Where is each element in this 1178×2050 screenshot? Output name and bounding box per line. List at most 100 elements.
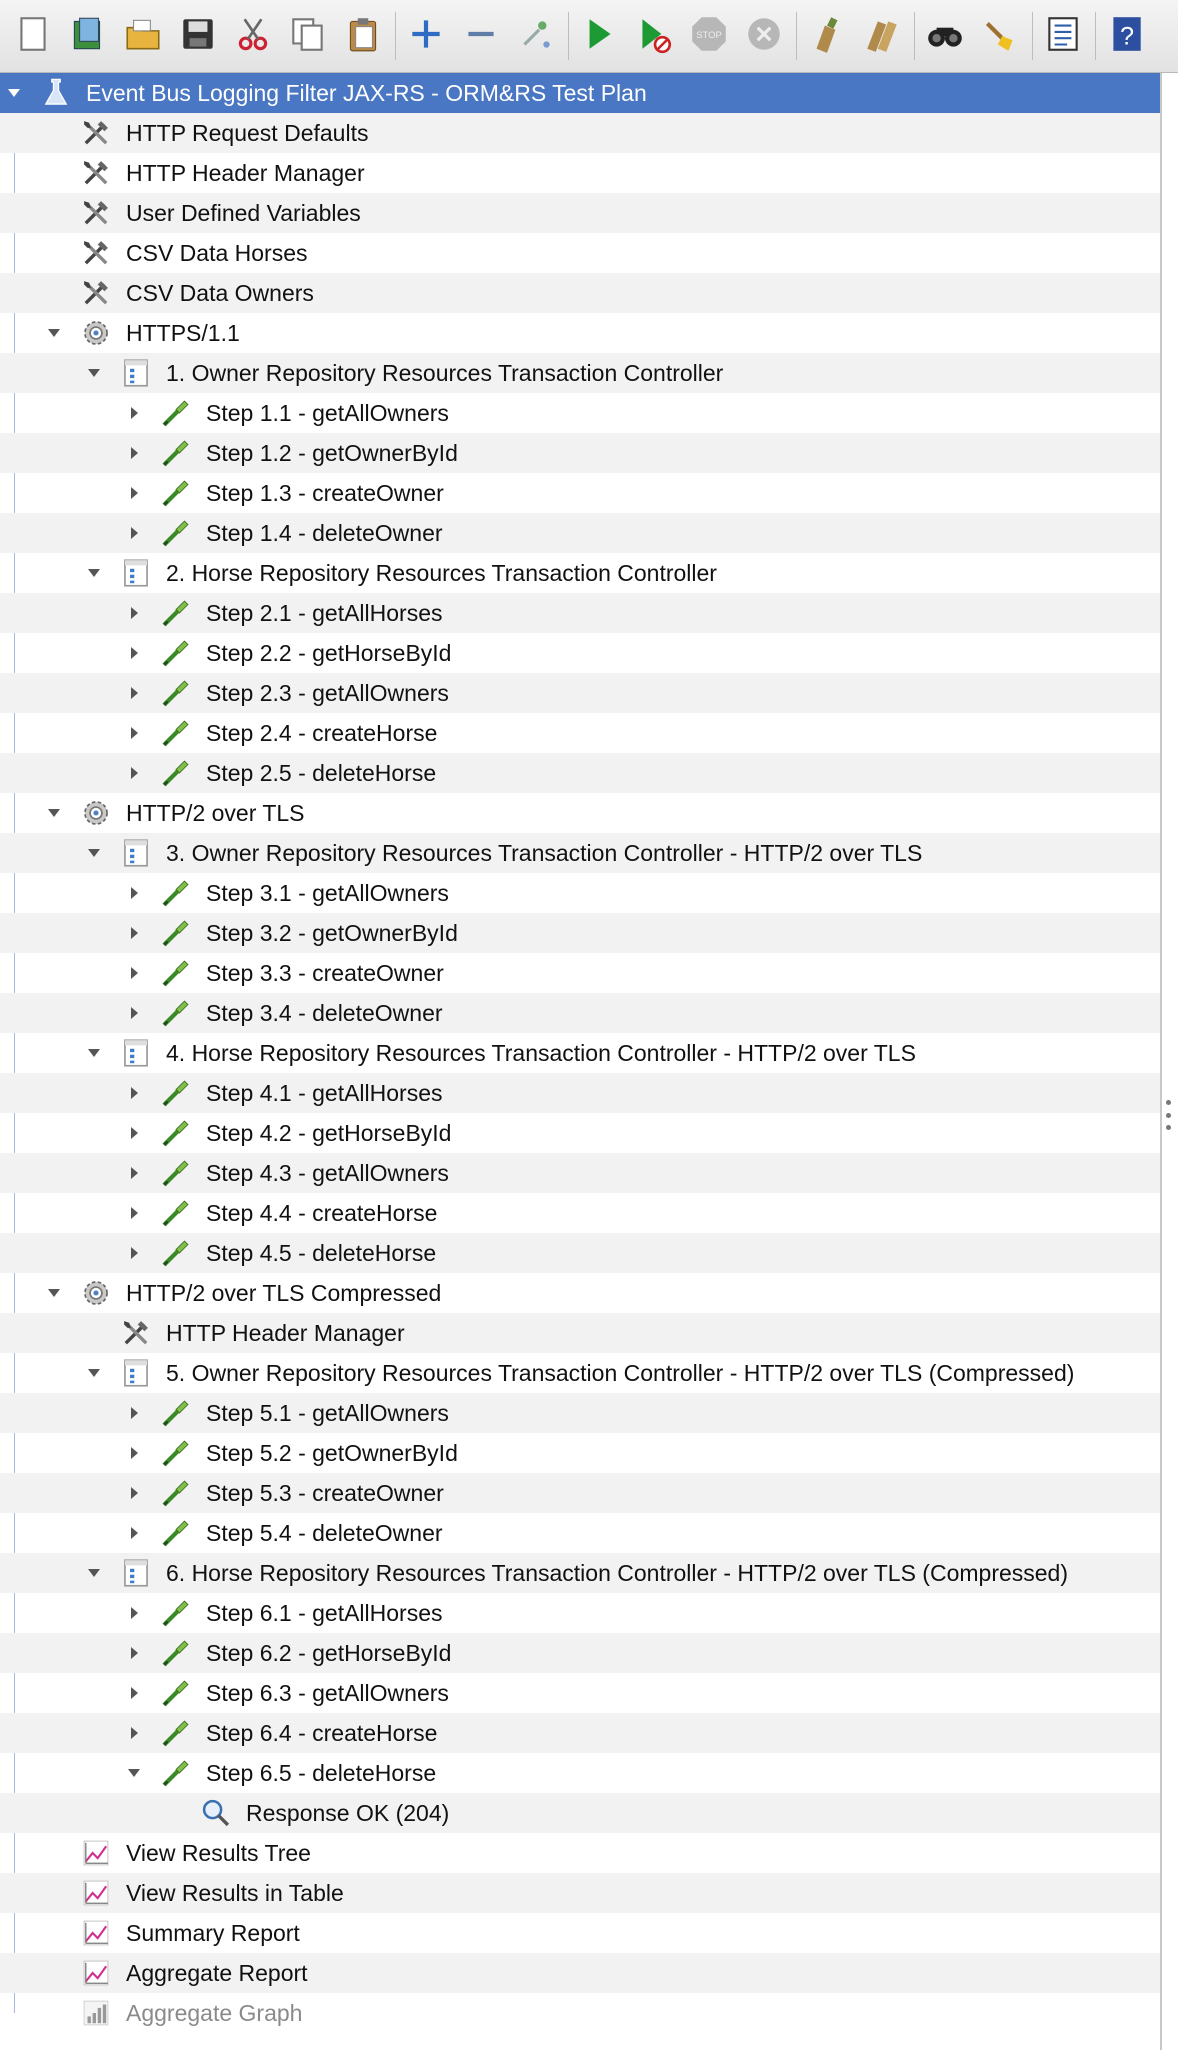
tree-row[interactable]: Step 6.5 - deleteHorse <box>0 1753 1160 1793</box>
tree-row[interactable]: View Results in Table <box>0 1873 1160 1913</box>
save-button[interactable] <box>173 10 223 62</box>
tree-row[interactable]: Aggregate Graph <box>0 1993 1160 2033</box>
tree-row[interactable]: Response OK (204) <box>0 1793 1160 1833</box>
tree-row[interactable]: 6. Horse Repository Resources Transactio… <box>0 1553 1160 1593</box>
collapse-toggle-icon[interactable] <box>114 593 154 633</box>
collapse-toggle-icon[interactable] <box>114 913 154 953</box>
tree-row[interactable]: Step 4.1 - getAllHorses <box>0 1073 1160 1113</box>
collapse-toggle-icon[interactable] <box>114 993 154 1033</box>
expand-toggle-icon[interactable] <box>114 1753 154 1793</box>
open-button[interactable] <box>118 10 168 62</box>
tree-row[interactable]: HTTP Request Defaults <box>0 113 1160 153</box>
tree-row[interactable]: 5. Owner Repository Resources Transactio… <box>0 1353 1160 1393</box>
tree-row[interactable]: Step 1.3 - createOwner <box>0 473 1160 513</box>
tree-row[interactable]: CSV Data Horses <box>0 233 1160 273</box>
stop-button[interactable]: STOP <box>684 10 734 62</box>
tree-row[interactable]: Step 2.1 - getAllHorses <box>0 593 1160 633</box>
expand-toggle-icon[interactable] <box>74 1553 114 1593</box>
tree-row[interactable]: Step 6.4 - createHorse <box>0 1713 1160 1753</box>
tree-row[interactable]: Step 2.5 - deleteHorse <box>0 753 1160 793</box>
tree-row[interactable]: HTTP/2 over TLS Compressed <box>0 1273 1160 1313</box>
function-helper-button[interactable] <box>1038 10 1088 62</box>
shutdown-button[interactable] <box>739 10 789 62</box>
collapse-toggle-icon[interactable] <box>114 1713 154 1753</box>
collapse-toggle-icon[interactable] <box>114 953 154 993</box>
tree-row[interactable]: 1. Owner Repository Resources Transactio… <box>0 353 1160 393</box>
collapse-toggle-icon[interactable] <box>114 1153 154 1193</box>
tree-row[interactable]: Step 5.2 - getOwnerById <box>0 1433 1160 1473</box>
tree-row[interactable]: 3. Owner Repository Resources Transactio… <box>0 833 1160 873</box>
collapse-toggle-icon[interactable] <box>114 1673 154 1713</box>
tree-row[interactable]: Step 4.4 - createHorse <box>0 1193 1160 1233</box>
collapse-toggle-icon[interactable] <box>114 713 154 753</box>
tree-row[interactable]: HTTP/2 over TLS <box>0 793 1160 833</box>
collapse-toggle-icon[interactable] <box>114 873 154 913</box>
expand-button[interactable] <box>401 10 451 62</box>
tree-row[interactable]: 2. Horse Repository Resources Transactio… <box>0 553 1160 593</box>
tree-row[interactable]: Step 6.1 - getAllHorses <box>0 1593 1160 1633</box>
templates-button[interactable] <box>63 10 113 62</box>
collapse-toggle-icon[interactable] <box>114 1593 154 1633</box>
collapse-toggle-icon[interactable] <box>114 1113 154 1153</box>
splitter-handle[interactable] <box>1164 1100 1172 1130</box>
expand-toggle-icon[interactable] <box>74 1353 114 1393</box>
clear-button[interactable] <box>802 10 852 62</box>
tree-row[interactable]: User Defined Variables <box>0 193 1160 233</box>
collapse-toggle-icon[interactable] <box>114 753 154 793</box>
expand-toggle-icon[interactable] <box>34 1273 74 1313</box>
tree-row[interactable]: Event Bus Logging Filter JAX-RS - ORM&RS… <box>0 73 1160 113</box>
tree-row[interactable]: Step 4.3 - getAllOwners <box>0 1153 1160 1193</box>
toggle-button[interactable] <box>511 10 561 62</box>
tree-row[interactable]: Step 1.1 - getAllOwners <box>0 393 1160 433</box>
tree-row[interactable]: Step 1.4 - deleteOwner <box>0 513 1160 553</box>
tree-row[interactable]: HTTPS/1.1 <box>0 313 1160 353</box>
tree-row[interactable]: HTTP Header Manager <box>0 1313 1160 1353</box>
expand-toggle-icon[interactable] <box>74 1033 114 1073</box>
collapse-toggle-icon[interactable] <box>114 513 154 553</box>
collapse-toggle-icon[interactable] <box>114 633 154 673</box>
tree-row[interactable]: Step 6.3 - getAllOwners <box>0 1673 1160 1713</box>
cut-button[interactable] <box>228 10 278 62</box>
tree-row[interactable]: Step 2.3 - getAllOwners <box>0 673 1160 713</box>
tree-row[interactable]: HTTP Header Manager <box>0 153 1160 193</box>
tree-row[interactable]: View Results Tree <box>0 1833 1160 1873</box>
tree-row[interactable]: Step 6.2 - getHorseById <box>0 1633 1160 1673</box>
clear-all-button[interactable] <box>857 10 907 62</box>
tree-row[interactable]: Aggregate Report <box>0 1953 1160 1993</box>
tree-row[interactable]: Summary Report <box>0 1913 1160 1953</box>
tree-row[interactable]: Step 5.4 - deleteOwner <box>0 1513 1160 1553</box>
paste-button[interactable] <box>338 10 388 62</box>
expand-toggle-icon[interactable] <box>0 73 34 113</box>
tree-row[interactable]: Step 3.3 - createOwner <box>0 953 1160 993</box>
tree-row[interactable]: Step 4.2 - getHorseById <box>0 1113 1160 1153</box>
tree-row[interactable]: Step 5.1 - getAllOwners <box>0 1393 1160 1433</box>
expand-toggle-icon[interactable] <box>34 313 74 353</box>
reset-search-button[interactable] <box>975 10 1025 62</box>
collapse-toggle-icon[interactable] <box>114 1433 154 1473</box>
tree-row[interactable]: Step 1.2 - getOwnerById <box>0 433 1160 473</box>
tree-row[interactable]: Step 4.5 - deleteHorse <box>0 1233 1160 1273</box>
collapse-toggle-icon[interactable] <box>114 1073 154 1113</box>
expand-toggle-icon[interactable] <box>74 833 114 873</box>
collapse-toggle-icon[interactable] <box>114 1393 154 1433</box>
help-button[interactable]: ? <box>1101 10 1151 62</box>
collapse-toggle-icon[interactable] <box>114 1513 154 1553</box>
tree-row[interactable]: Step 2.2 - getHorseById <box>0 633 1160 673</box>
collapse-toggle-icon[interactable] <box>114 673 154 713</box>
collapse-toggle-icon[interactable] <box>114 1233 154 1273</box>
tree-row[interactable]: Step 5.3 - createOwner <box>0 1473 1160 1513</box>
new-button[interactable] <box>8 10 58 62</box>
search-button[interactable] <box>920 10 970 62</box>
tree-row[interactable]: Step 3.2 - getOwnerById <box>0 913 1160 953</box>
collapse-button[interactable] <box>456 10 506 62</box>
collapse-toggle-icon[interactable] <box>114 1193 154 1233</box>
tree-row[interactable]: Step 3.4 - deleteOwner <box>0 993 1160 1033</box>
collapse-toggle-icon[interactable] <box>114 433 154 473</box>
tree-row[interactable]: CSV Data Owners <box>0 273 1160 313</box>
collapse-toggle-icon[interactable] <box>114 473 154 513</box>
start-button[interactable] <box>574 10 624 62</box>
tree-row[interactable]: Step 2.4 - createHorse <box>0 713 1160 753</box>
collapse-toggle-icon[interactable] <box>114 1473 154 1513</box>
collapse-toggle-icon[interactable] <box>114 1633 154 1673</box>
start-no-pauses-button[interactable] <box>629 10 679 62</box>
